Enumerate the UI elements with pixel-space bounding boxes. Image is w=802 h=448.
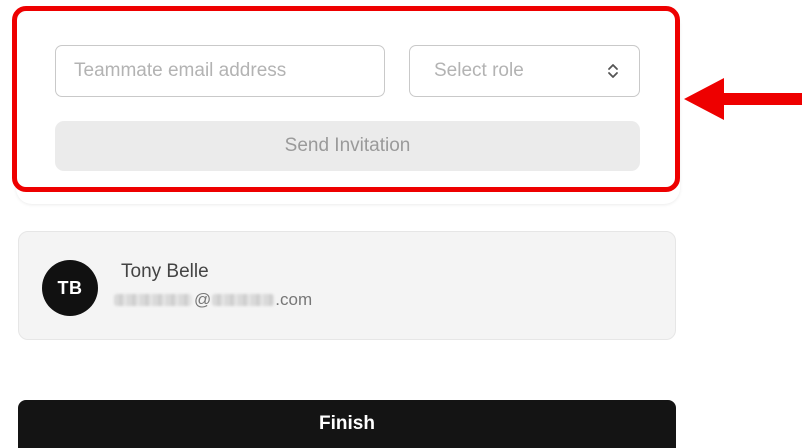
member-card: TB Tony Belle @ .com <box>18 231 676 340</box>
role-select-placeholder: Select role <box>434 60 524 81</box>
avatar: TB <box>42 260 98 316</box>
redacted-email-domain <box>212 294 275 306</box>
arrow-left-icon <box>684 78 802 120</box>
redacted-email-local <box>114 294 192 306</box>
teammate-email-input[interactable] <box>55 45 385 97</box>
chevron-up-down-icon <box>608 64 618 78</box>
email-suffix: .com <box>275 290 313 309</box>
member-name: Tony Belle <box>121 261 209 282</box>
member-email: @ .com <box>114 290 312 310</box>
invite-card <box>16 10 680 204</box>
finish-button[interactable]: Finish <box>18 400 676 448</box>
send-invitation-button[interactable]: Send Invitation <box>55 121 640 171</box>
email-at-sign: @ <box>194 290 212 309</box>
invite-teammates-screen: Select role Send Invitation TB Tony Bell… <box>0 0 802 448</box>
role-select[interactable]: Select role <box>409 45 640 97</box>
